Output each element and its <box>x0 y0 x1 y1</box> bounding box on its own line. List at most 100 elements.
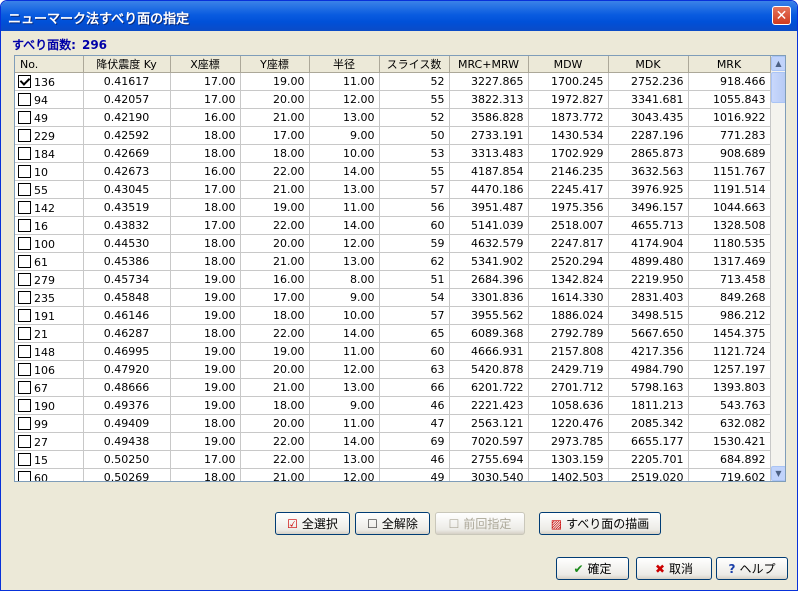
row-checkbox[interactable] <box>18 290 31 304</box>
table-row[interactable]: 229 0.42592 18.00 17.00 9.00 50 2733.191 1430.5… <box>15 126 771 145</box>
table-row[interactable]: 191 0.46146 19.00 18.00 10.00 57 3955.562 1886.… <box>15 306 771 325</box>
row-checkbox[interactable] <box>18 434 31 448</box>
cell-x: 18.00 <box>170 198 241 217</box>
column-header-x[interactable]: X座標 <box>170 56 241 73</box>
row-checkbox[interactable] <box>18 164 31 178</box>
column-header-no[interactable]: No. <box>15 56 84 73</box>
table-row[interactable]: 67 0.48666 19.00 21.00 13.00 66 6201.722 2701.7… <box>15 378 771 397</box>
title-bar[interactable]: ニューマーク法すべり面の指定 ✕ <box>1 1 797 31</box>
cell-mrc-mrw: 4666.931 <box>449 342 529 361</box>
row-checkbox[interactable] <box>18 92 31 106</box>
table-row[interactable]: 10 0.42673 16.00 22.00 14.00 55 4187.854 2146.2… <box>15 162 771 181</box>
cell-slices: 54 <box>379 288 450 307</box>
cell-mdw: 1975.356 <box>528 198 609 217</box>
row-checkbox[interactable] <box>18 254 31 268</box>
cell-y: 18.00 <box>240 396 310 415</box>
scroll-up-icon[interactable]: ▲ <box>771 56 785 71</box>
column-header-ky[interactable]: 降伏震度 Ky <box>83 56 171 73</box>
table-row[interactable]: 49 0.42190 16.00 21.00 13.00 52 3586.828 1873.7… <box>15 108 771 127</box>
cell-mrk: 1454.375 <box>688 324 771 343</box>
column-header-y[interactable]: Y座標 <box>240 56 310 73</box>
cell-ky: 0.50269 <box>83 468 171 481</box>
row-checkbox[interactable] <box>18 380 31 394</box>
row-checkbox[interactable] <box>18 308 31 322</box>
column-header-radius[interactable]: 半径 <box>309 56 380 73</box>
draw-slip-surface-button[interactable]: ▨ すべり面の描画 <box>539 512 661 535</box>
row-checkbox[interactable] <box>18 326 31 340</box>
ok-button[interactable]: ✔ 確定 <box>556 557 629 580</box>
cancel-button[interactable]: ✖ 取消 <box>636 557 712 580</box>
cell-radius: 13.00 <box>309 252 380 271</box>
table-row[interactable]: 61 0.45386 18.00 21.00 13.00 62 5341.902 2520.2… <box>15 252 771 271</box>
cell-mdw: 2701.712 <box>528 378 609 397</box>
row-checkbox[interactable] <box>18 236 31 250</box>
table-row[interactable]: 27 0.49438 19.00 22.00 14.00 69 7020.597 2973.7… <box>15 432 771 451</box>
table-row[interactable]: 106 0.47920 19.00 20.00 12.00 63 5420.878 2429.… <box>15 360 771 379</box>
cell-slices: 60 <box>379 342 450 361</box>
row-checkbox[interactable] <box>18 74 31 88</box>
row-number: 94 <box>34 93 48 107</box>
cell-x: 19.00 <box>170 432 241 451</box>
cell-ky: 0.46995 <box>83 342 171 361</box>
row-checkbox[interactable] <box>18 272 31 286</box>
help-button[interactable]: ? ヘルプ <box>716 557 788 580</box>
table-row[interactable]: 16 0.43832 17.00 22.00 14.00 60 5141.039 2518.0… <box>15 216 771 235</box>
cell-slices: 57 <box>379 306 450 325</box>
close-button[interactable]: ✕ <box>772 6 791 25</box>
cell-radius: 9.00 <box>309 126 380 145</box>
table-row[interactable]: 15 0.50250 17.00 22.00 13.00 46 2755.694 1303.1… <box>15 450 771 469</box>
table-row[interactable]: 100 0.44530 18.00 20.00 12.00 59 4632.579 2247.… <box>15 234 771 253</box>
table-row[interactable]: 142 0.43519 18.00 19.00 11.00 56 3951.487 1975.… <box>15 198 771 217</box>
table-row[interactable]: 55 0.43045 17.00 21.00 13.00 57 4470.186 2245.4… <box>15 180 771 199</box>
row-checkbox[interactable] <box>18 182 31 196</box>
previous-selection-button[interactable]: ☐ 前回指定 <box>435 512 525 535</box>
column-header-mdk[interactable]: MDK <box>608 56 689 73</box>
table-row[interactable]: 279 0.45734 19.00 16.00 8.00 51 2684.396 1342.8… <box>15 270 771 289</box>
table-row[interactable]: 136 0.41617 17.00 19.00 11.00 52 3227.865 1700.… <box>15 72 771 91</box>
row-checkbox[interactable] <box>18 362 31 376</box>
row-checkbox[interactable] <box>18 416 31 430</box>
row-checkbox[interactable] <box>18 218 31 232</box>
cell-x: 17.00 <box>170 72 241 91</box>
row-checkbox[interactable] <box>18 398 31 412</box>
cell-ky: 0.46146 <box>83 306 171 325</box>
row-checkbox[interactable] <box>18 452 31 466</box>
table-row[interactable]: 21 0.46287 18.00 22.00 14.00 65 6089.368 2792.7… <box>15 324 771 343</box>
cell-radius: 14.00 <box>309 162 380 181</box>
cell-mrc-mrw: 2755.694 <box>449 450 529 469</box>
cell-x: 18.00 <box>170 144 241 163</box>
table-row[interactable]: 235 0.45848 19.00 17.00 9.00 54 3301.836 1614.3… <box>15 288 771 307</box>
cell-ky: 0.49409 <box>83 414 171 433</box>
row-checkbox[interactable] <box>18 200 31 214</box>
row-checkbox[interactable] <box>18 146 31 160</box>
scroll-thumb[interactable] <box>771 72 785 103</box>
row-checkbox[interactable] <box>18 128 31 142</box>
column-header-mdw[interactable]: MDW <box>528 56 609 73</box>
cell-x: 18.00 <box>170 252 241 271</box>
column-header-mrk[interactable]: MRK <box>688 56 771 73</box>
cell-mdw: 2429.719 <box>528 360 609 379</box>
cell-mdw: 1342.824 <box>528 270 609 289</box>
scroll-down-icon[interactable]: ▼ <box>771 466 785 481</box>
table-row[interactable]: 184 0.42669 18.00 18.00 10.00 53 3313.483 1702.… <box>15 144 771 163</box>
table-row[interactable]: 94 0.42057 17.00 20.00 12.00 55 3822.313 1972.8… <box>15 90 771 109</box>
row-checkbox[interactable] <box>18 344 31 358</box>
table-row[interactable]: 60 0.50269 18.00 21.00 12.00 49 3030.540 1402.5… <box>15 468 771 481</box>
table-row[interactable]: 190 0.49376 19.00 18.00 9.00 46 2221.423 1058.6… <box>15 396 771 415</box>
cell-x: 18.00 <box>170 414 241 433</box>
row-checkbox[interactable] <box>18 110 31 124</box>
cell-slices: 57 <box>379 180 450 199</box>
cell-mdk: 4984.790 <box>608 360 689 379</box>
cell-slices: 65 <box>379 324 450 343</box>
vertical-scrollbar[interactable]: ▲ ▼ <box>771 56 785 481</box>
deselect-all-button[interactable]: ☐ 全解除 <box>355 512 430 535</box>
row-checkbox[interactable] <box>18 470 31 481</box>
cell-no: 184 <box>15 144 84 163</box>
column-header-mrc-mrw[interactable]: MRC+MRW <box>449 56 529 73</box>
select-all-button[interactable]: ☑ 全選択 <box>275 512 350 535</box>
column-header-slices[interactable]: スライス数 <box>379 56 450 73</box>
table-row[interactable]: 148 0.46995 19.00 19.00 11.00 60 4666.931 2157.… <box>15 342 771 361</box>
cell-slices: 55 <box>379 90 450 109</box>
cell-mdk: 3976.925 <box>608 180 689 199</box>
table-row[interactable]: 99 0.49409 18.00 20.00 11.00 47 2563.121 1220.4… <box>15 414 771 433</box>
